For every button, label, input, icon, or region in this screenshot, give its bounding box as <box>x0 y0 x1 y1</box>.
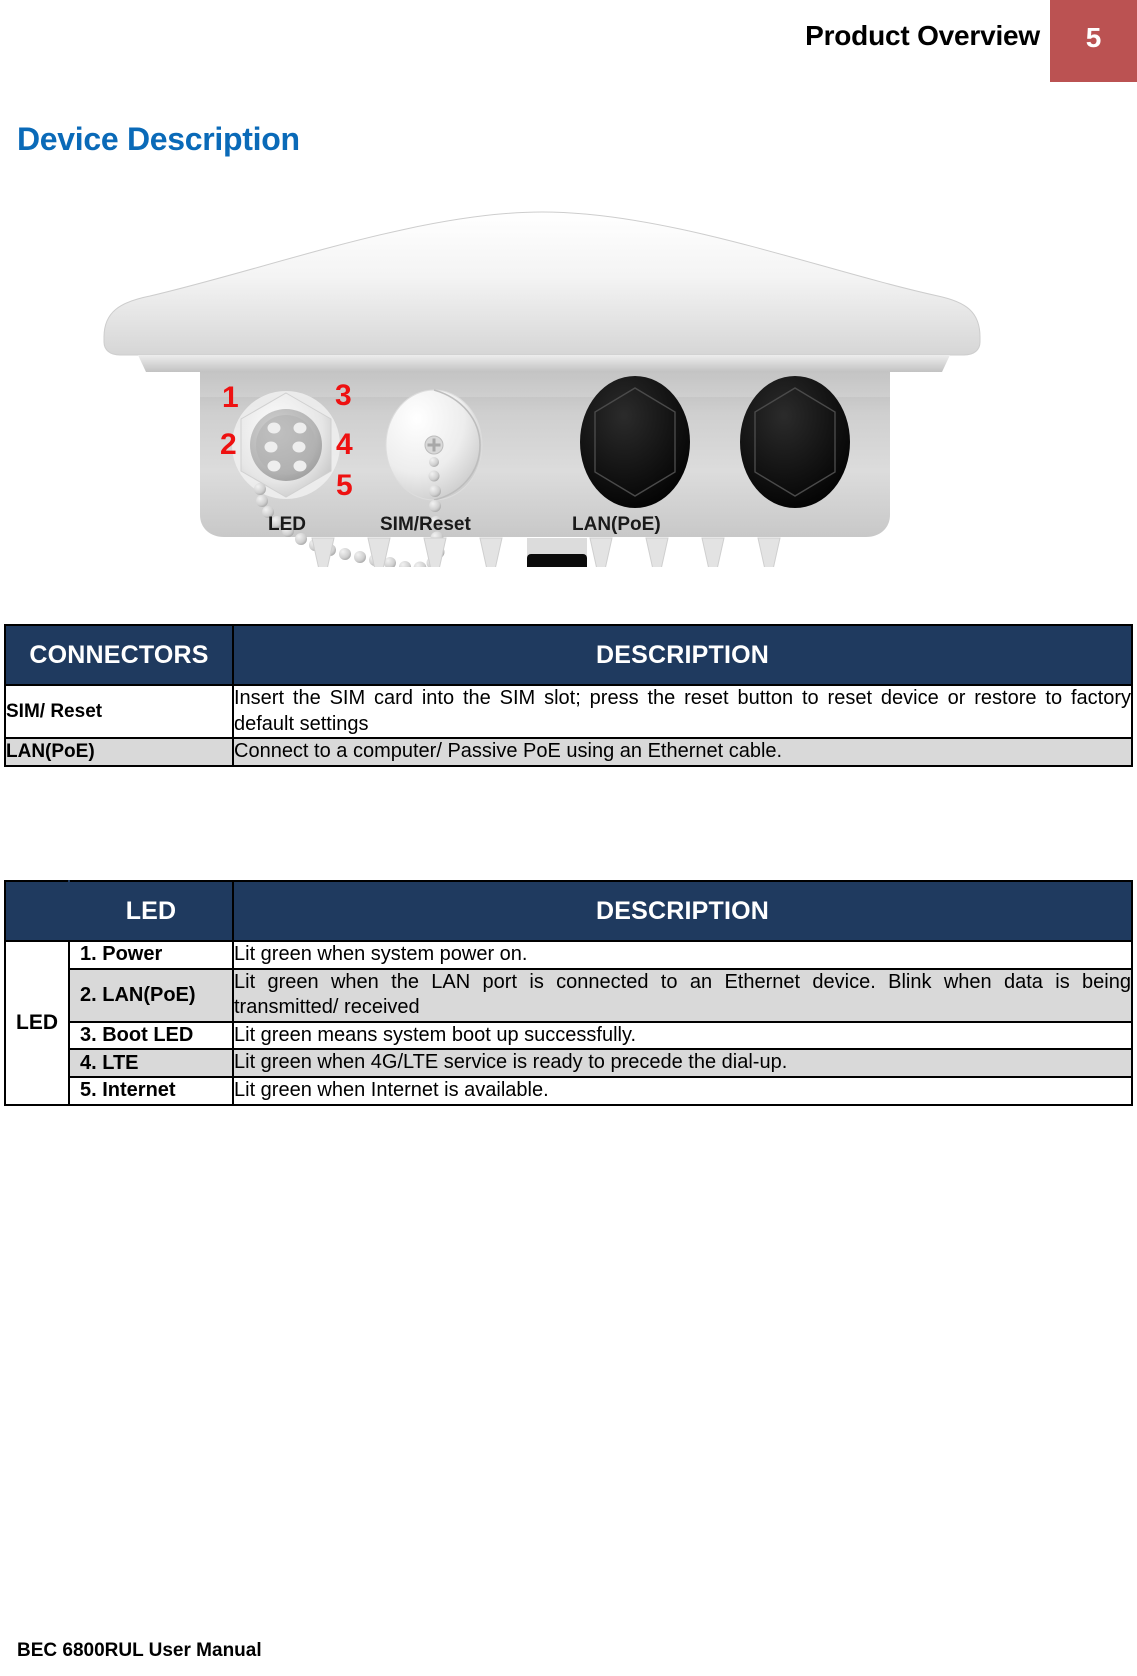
lan-poe-port-1 <box>580 376 690 508</box>
led-header-description: DESCRIPTION <box>232 880 1133 942</box>
page-number-badge: 5 <box>1050 0 1137 82</box>
led-row-description: Lit green means system boot up successfu… <box>232 1020 1133 1051</box>
led-row-description: Lit green when the LAN port is connected… <box>232 967 1133 1023</box>
led-row-description: Lit green when Internet is available. <box>232 1075 1133 1106</box>
connectors-row-description: Insert the SIM card into the SIM slot; p… <box>232 683 1133 740</box>
led-pin-4 <box>292 441 306 453</box>
callout-4: 4 <box>336 428 353 461</box>
page-number-label: 5 <box>1085 22 1102 53</box>
led-row-label: 2. LAN(PoE) <box>68 967 234 1023</box>
table-row: LED 1. Power Lit green when system power… <box>4 940 1133 1106</box>
page-footer: BEC 6800RUL User Manual <box>17 1640 262 1661</box>
led-table-header-row: LED DESCRIPTION <box>4 880 1133 942</box>
device-dome <box>103 211 981 356</box>
led-row-label: 5. Internet <box>68 1075 234 1106</box>
lan-poe-port-2 <box>740 376 850 508</box>
connectors-header-label: CONNECTORS <box>4 624 234 686</box>
led-header-spacer <box>4 880 70 942</box>
led-pin-5 <box>293 460 307 472</box>
grounding-stud <box>527 538 587 567</box>
led-pin-1 <box>267 422 281 434</box>
page-title: Device Description <box>17 121 300 158</box>
table-row: 5. Internet Lit green when Internet is a… <box>5 1075 1133 1106</box>
connectors-row-label: LAN(PoE) <box>4 737 234 767</box>
sim-reset-cap <box>385 389 483 501</box>
port-label-led: LED <box>268 514 306 535</box>
led-row-description: Lit green when 4G/LTE service is ready t… <box>232 1048 1133 1078</box>
table-row: 4. LTE Lit green when 4G/LTE service is … <box>5 1048 1133 1078</box>
page-header-title: Product Overview <box>805 20 1040 51</box>
led-connector <box>232 391 340 499</box>
table-row: LAN(PoE) Connect to a computer/ Passive … <box>4 737 1133 767</box>
connectors-row-description: Connect to a computer/ Passive PoE using… <box>232 737 1133 767</box>
table-row: 2. LAN(PoE) Lit green when the LAN port … <box>5 967 1133 1023</box>
table-row: SIM/ Reset Insert the SIM card into the … <box>4 683 1133 740</box>
connectors-table: CONNECTORS DESCRIPTION SIM/ Reset Insert… <box>4 624 1133 767</box>
led-pin-3 <box>293 422 307 434</box>
table-row: 3. Boot LED Lit green means system boot … <box>5 1020 1133 1051</box>
connectors-table-header-row: CONNECTORS DESCRIPTION <box>4 624 1133 686</box>
led-pin-2 <box>264 441 278 453</box>
callout-1: 1 <box>222 381 239 414</box>
device-rim <box>138 355 950 372</box>
led-header-label: LED <box>68 880 234 942</box>
page-header: Product Overview 5 <box>0 0 1137 84</box>
led-row-description: Lit green when system power on. <box>232 940 1133 970</box>
port-label-lan-poe: LAN(PoE) <box>572 514 661 535</box>
device-illustration: 1 2 3 4 5 LED SIM/Reset LAN(PoE) <box>90 192 990 567</box>
led-group-label: LED <box>4 940 70 1106</box>
callout-2: 2 <box>220 428 237 461</box>
port-label-sim-reset: SIM/Reset <box>380 514 471 535</box>
callout-5: 5 <box>336 469 353 502</box>
reset-screw <box>424 435 444 455</box>
led-row-label: 3. Boot LED <box>68 1020 234 1051</box>
callout-3: 3 <box>335 379 352 412</box>
led-table: LED DESCRIPTION LED 1. Power Lit green w… <box>4 880 1133 1106</box>
led-row-label: 4. LTE <box>68 1048 234 1078</box>
connectors-header-description: DESCRIPTION <box>232 624 1133 686</box>
led-pin-extra <box>267 460 281 472</box>
led-row-label: 1. Power <box>68 940 234 970</box>
connectors-row-label: SIM/ Reset <box>4 683 234 740</box>
